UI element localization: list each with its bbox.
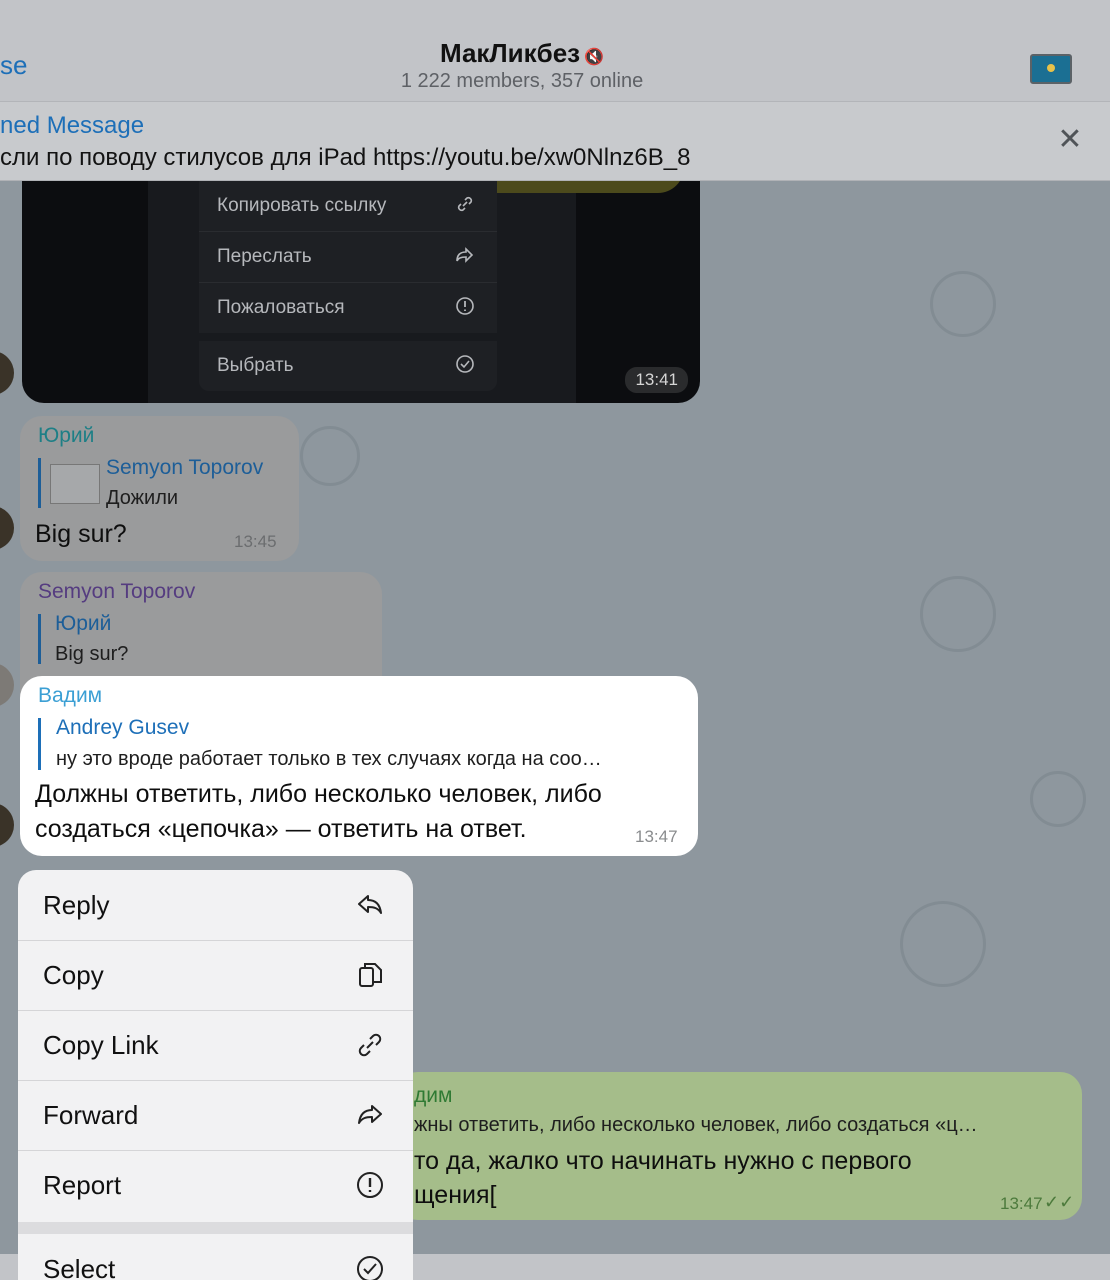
menu-item-label: Forward [43, 1100, 139, 1130]
message-sender: Юрий [38, 424, 95, 447]
doodle-ball-icon [900, 901, 986, 987]
message-text-line: Должны ответить, либо несколько человек,… [35, 780, 602, 808]
avatar[interactable] [0, 506, 14, 550]
pinned-message-label: ned Message [0, 112, 145, 139]
reply-sender: Юрий [55, 612, 112, 635]
message-sender: Semyon Toporov [38, 580, 196, 603]
screenshot-menu-row: Переслать [199, 231, 497, 282]
screenshot-menu-label: Копировать ссылку [217, 195, 387, 216]
reply-text: жны ответить, либо несколько человек, ли… [414, 1114, 978, 1136]
doodle-ball-icon [930, 271, 996, 337]
message-bubble[interactable]: Юрий Semyon Toporov Дожили Big sur? 13:4… [20, 416, 299, 561]
message-text: Big sur? [35, 520, 127, 548]
doodle-ball-icon [300, 426, 360, 486]
doodle-ball-icon [1030, 771, 1086, 827]
forward-icon [358, 1105, 382, 1124]
avatar[interactable] [0, 351, 14, 395]
reply-text: ну это вроде работает только в тех случа… [56, 748, 602, 770]
menu-item-copy[interactable]: Copy [18, 940, 413, 1011]
group-avatar[interactable] [1030, 54, 1072, 84]
menu-item-select[interactable]: Select [18, 1234, 413, 1280]
menu-item-forward[interactable]: Forward [18, 1080, 413, 1151]
muted-icon: 🔇 [584, 49, 605, 66]
message-time: 13:45 [234, 532, 277, 551]
screenshot-menu-row: Пожаловаться [199, 282, 497, 333]
select-check-icon [357, 1256, 383, 1280]
read-checkmarks-icon: ✓✓ [1044, 1192, 1075, 1212]
reply-thumbnail [50, 464, 100, 504]
screenshot-menu-row: Копировать ссылку [199, 181, 497, 231]
message-text-line: то да, жалко что начинать нужно с первог… [414, 1147, 912, 1175]
context-menu: Reply Copy Copy Link Forward Report Sele… [18, 870, 413, 1280]
menu-item-report[interactable]: Report [18, 1150, 413, 1220]
report-icon [456, 297, 474, 315]
menu-item-label: Select [43, 1254, 116, 1280]
own-message-bubble[interactable]: дим жны ответить, либо несколько человек… [396, 1072, 1082, 1220]
message-time: 13:47 [1000, 1194, 1043, 1213]
message-text-line: щения[ [414, 1181, 497, 1209]
reply-bar [38, 614, 41, 664]
chat-title[interactable]: МакЛикбез 🔇 [0, 38, 1044, 69]
menu-item-label: Copy Link [43, 1030, 159, 1060]
menu-item-label: Report [43, 1170, 122, 1200]
menu-item-copy-link[interactable]: Copy Link [18, 1010, 413, 1081]
chat-header: se МакЛикбез 🔇 1 222 members, 357 online [0, 0, 1110, 102]
select-check-icon [456, 355, 474, 373]
media-message[interactable]: Копировать ссылку Переслать Пожаловаться… [22, 181, 700, 403]
message-time: 13:41 [625, 367, 688, 393]
menu-item-label: Reply [43, 890, 110, 920]
screenshot-menu-label: Выбрать [217, 355, 294, 376]
reply-bar [38, 718, 41, 770]
chat-title-text: МакЛикбез [439, 38, 581, 68]
doodle-ball-icon [920, 576, 996, 652]
chat-subtitle: 1 222 members, 357 online [400, 70, 644, 92]
flag-sun-icon [1047, 64, 1055, 72]
focused-message-bubble[interactable]: Вадим Andrey Gusev ну это вроде работает… [20, 676, 698, 856]
reply-sender: Semyon Toporov [106, 456, 264, 479]
screenshot-menu-row: Выбрать [199, 341, 497, 391]
close-icon[interactable]: ✕ [1056, 125, 1084, 155]
reply-icon [358, 895, 382, 914]
forward-icon [456, 247, 474, 263]
copy-icon [359, 963, 382, 987]
link-icon [358, 1033, 382, 1057]
link-icon [457, 196, 473, 212]
reply-text: Big sur? [55, 643, 129, 665]
reply-text: Дожили [106, 487, 179, 509]
avatar[interactable] [0, 663, 14, 707]
avatar[interactable] [0, 803, 14, 847]
report-icon [357, 1172, 383, 1198]
menu-separator [18, 1222, 413, 1234]
reply-sender: Andrey Gusev [56, 716, 190, 739]
pinned-message-text: сли по поводу стилусов для iPad https://… [0, 144, 691, 171]
reply-sender: дим [414, 1084, 453, 1107]
message-sender: Вадим [38, 684, 103, 707]
message-text-line: создаться «цепочка» — ответить на ответ. [35, 815, 527, 843]
message-time: 13:47 [635, 827, 678, 846]
menu-item-reply[interactable]: Reply [18, 870, 413, 941]
screenshot-menu-label: Пожаловаться [217, 297, 345, 318]
screenshot-menu-label: Переслать [217, 246, 312, 267]
pinned-message-bar[interactable]: ned Message сли по поводу стилусов для i… [0, 102, 1110, 181]
menu-item-label: Copy [43, 960, 104, 990]
reply-bar [38, 458, 41, 508]
